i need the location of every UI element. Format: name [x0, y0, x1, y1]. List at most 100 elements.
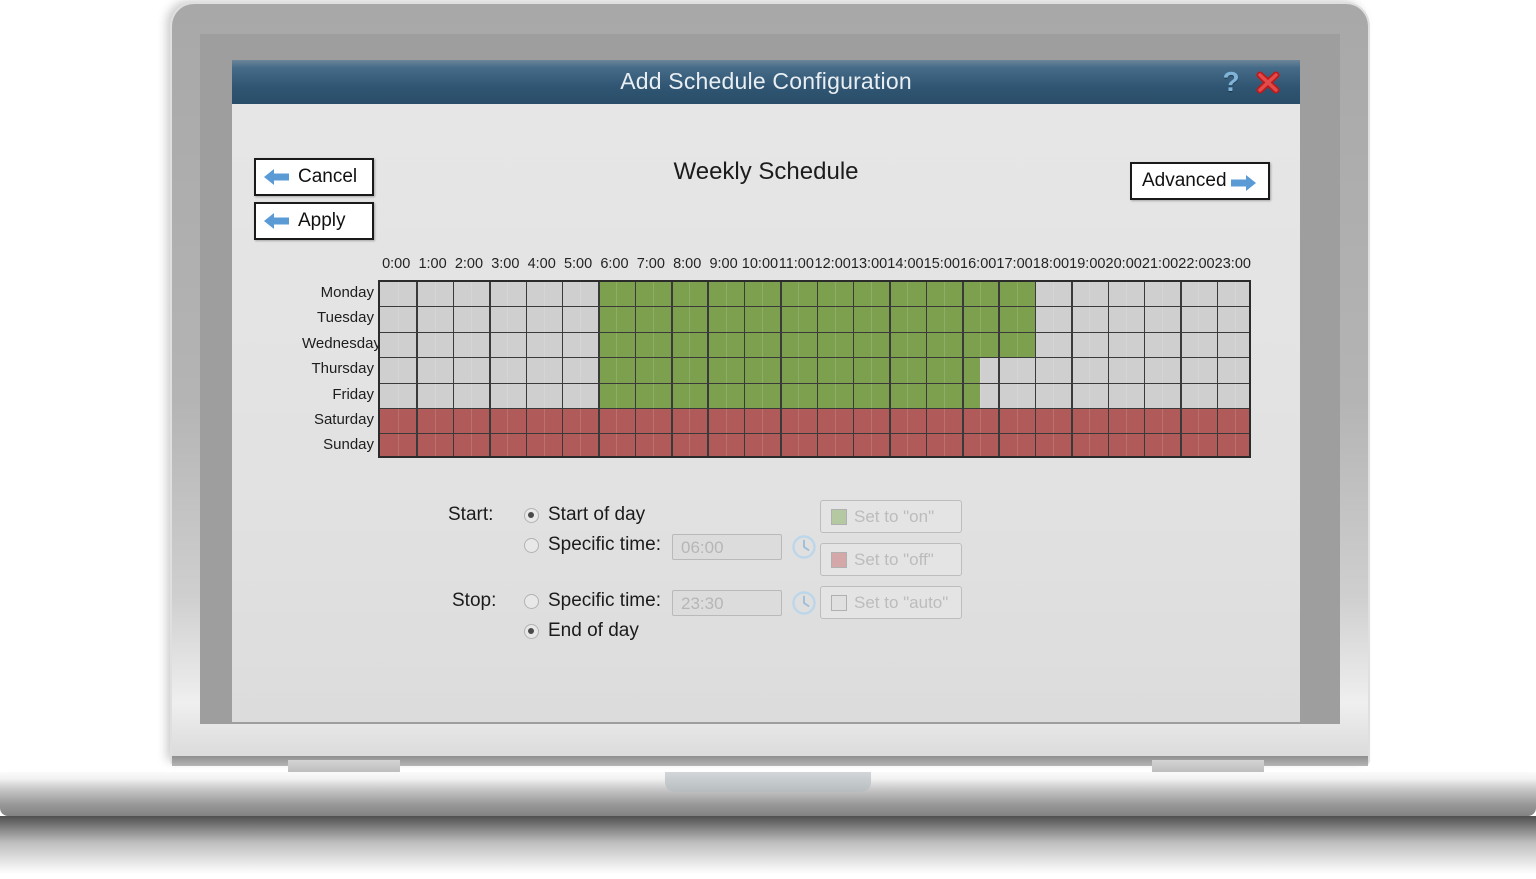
half-hour-separator	[1234, 408, 1236, 434]
schedule-row[interactable]	[380, 383, 1249, 409]
hour-separator	[816, 408, 818, 434]
hour-separator	[889, 434, 891, 456]
hour-separator	[489, 307, 491, 332]
hour-separator	[852, 282, 855, 307]
half-hour-separator	[1125, 282, 1127, 307]
hour-separator	[1143, 358, 1146, 383]
arrow-right-icon	[1231, 175, 1256, 191]
half-hour-separator	[1052, 332, 1054, 358]
schedule-segment-auto[interactable]	[1034, 332, 1249, 358]
hour-separator	[416, 332, 418, 358]
half-hour-separator	[980, 434, 982, 456]
half-hour-separator	[1198, 408, 1200, 434]
hour-separator	[452, 358, 455, 383]
hour-separator	[1180, 307, 1182, 332]
help-icon[interactable]: ?	[1218, 66, 1244, 98]
schedule-row[interactable]	[380, 408, 1249, 435]
schedule-segment-auto[interactable]	[980, 383, 1249, 408]
hour-label: 13:00	[850, 256, 888, 272]
hour-separator	[1180, 358, 1182, 383]
schedule-row[interactable]	[380, 332, 1249, 359]
schedule-grid-table[interactable]	[378, 280, 1251, 458]
radio-start-specific-time[interactable]: Specific time:	[524, 534, 661, 556]
hour-separator	[634, 282, 637, 307]
schedule-row[interactable]	[380, 358, 1249, 384]
hour-separator	[1071, 332, 1073, 358]
half-hour-separator	[834, 434, 836, 456]
radio-stop-specific-time[interactable]: Specific time:	[524, 590, 661, 612]
hour-separator	[452, 383, 455, 408]
day-label: Friday	[332, 385, 374, 403]
schedule-segment-on[interactable]	[598, 383, 981, 408]
hour-label: 18:00	[1032, 256, 1070, 272]
hour-separator	[1216, 358, 1219, 383]
half-hour-separator	[470, 282, 472, 307]
set-to-auto-button[interactable]: Set to "auto"	[820, 586, 962, 619]
hour-separator	[998, 383, 1000, 408]
hour-separator	[452, 332, 455, 358]
hour-separator	[852, 434, 855, 456]
advanced-button[interactable]: Advanced	[1130, 162, 1270, 200]
cancel-button[interactable]: Cancel	[254, 158, 374, 196]
half-hour-separator	[834, 332, 836, 358]
hour-separator	[962, 434, 964, 456]
hour-separator	[1107, 307, 1109, 332]
radio-dot-icon	[524, 623, 539, 639]
set-to-off-label: Set to "off"	[854, 549, 934, 569]
start-label: Start:	[448, 504, 494, 525]
hour-separator	[998, 408, 1000, 434]
half-hour-separator	[616, 307, 618, 332]
schedule-segment-on[interactable]	[598, 358, 981, 383]
half-hour-separator	[1234, 358, 1236, 383]
half-hour-separator	[507, 383, 509, 408]
hour-separator	[1143, 307, 1146, 332]
half-hour-separator	[1234, 434, 1236, 456]
set-to-off-button[interactable]: Set to "off"	[820, 543, 962, 576]
half-hour-separator	[616, 358, 618, 383]
half-hour-separator	[1162, 358, 1164, 383]
half-hour-separator	[652, 408, 654, 434]
stop-time-clock-icon[interactable]	[791, 590, 817, 616]
radio-end-of-day[interactable]: End of day	[524, 620, 639, 642]
start-time-input[interactable]: 06:00	[672, 534, 782, 560]
stop-time-input[interactable]: 23:30	[672, 590, 782, 616]
half-hour-separator	[1052, 434, 1054, 456]
half-hour-separator	[798, 408, 800, 434]
hour-separator	[634, 307, 637, 332]
half-hour-separator	[1234, 307, 1236, 332]
schedule-segment-auto[interactable]	[980, 358, 1249, 383]
half-hour-separator	[689, 383, 691, 408]
hour-separator	[561, 358, 564, 383]
half-hour-separator	[689, 282, 691, 307]
schedule-segment-auto[interactable]	[1034, 307, 1249, 332]
apply-button[interactable]: Apply	[254, 202, 374, 240]
schedule-row[interactable]	[380, 307, 1249, 333]
half-hour-separator	[470, 332, 472, 358]
hour-separator	[889, 307, 891, 332]
radio-start-of-day[interactable]: Start of day	[524, 504, 645, 526]
day-label: Monday	[320, 284, 374, 301]
start-time-clock-icon[interactable]	[791, 534, 817, 560]
hour-label: 19:00	[1069, 256, 1106, 272]
schedule-row[interactable]	[380, 434, 1249, 456]
half-hour-separator	[1089, 307, 1091, 332]
hour-separator	[816, 332, 818, 358]
hour-separator	[780, 282, 782, 307]
schedule-segment-auto[interactable]	[1034, 282, 1249, 307]
half-hour-separator	[907, 332, 909, 358]
half-hour-separator	[616, 434, 618, 456]
hour-separator	[780, 307, 782, 332]
hour-separator	[925, 332, 928, 358]
hour-separator	[598, 408, 600, 434]
schedule-row[interactable]	[380, 282, 1249, 308]
schedule-segment-off[interactable]	[380, 434, 1249, 456]
close-icon[interactable]	[1254, 67, 1282, 97]
half-hour-separator	[1198, 307, 1200, 332]
half-hour-separator	[652, 383, 654, 408]
schedule-segment-off[interactable]	[380, 408, 1249, 434]
hour-label: 7:00	[636, 256, 665, 272]
set-to-on-button[interactable]: Set to "on"	[820, 500, 962, 533]
hour-separator	[852, 383, 855, 408]
half-hour-separator	[943, 358, 945, 383]
hour-separator	[525, 282, 527, 307]
